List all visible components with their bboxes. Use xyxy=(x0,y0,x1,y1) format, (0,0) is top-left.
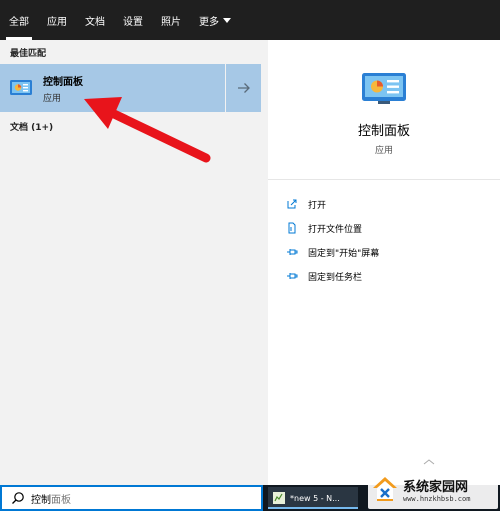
results-pane: 最佳匹配 控制面板 应用 文档 (1+) xyxy=(0,40,262,485)
chevron-down-icon xyxy=(223,17,231,23)
search-autocomplete: 面板 xyxy=(51,494,71,506)
action-pin-to-start-label: 固定到"开始"屏幕 xyxy=(308,248,380,259)
open-icon xyxy=(287,199,297,209)
pin-icon xyxy=(287,273,298,279)
tab-more[interactable]: 更多 xyxy=(190,0,240,40)
action-pin-to-taskbar-label: 固定到任务栏 xyxy=(308,272,363,283)
action-open-label: 打开 xyxy=(308,200,327,211)
tab-settings[interactable]: 设置 xyxy=(114,0,152,40)
control-panel-large-icon xyxy=(362,73,406,104)
expand-preview-button[interactable] xyxy=(225,64,261,112)
search-input-value[interactable]: 控制 xyxy=(31,491,51,506)
documents-heading[interactable]: 文档 (1+) xyxy=(10,120,53,133)
tab-documents[interactable]: 文档 xyxy=(76,0,114,40)
watermark-title: 系统家园网 xyxy=(403,479,469,495)
tab-photos-label: 照片 xyxy=(161,16,181,28)
preview-header: 控制面板 应用 xyxy=(268,40,500,180)
search-filter-tabs: 全部 应用 文档 设置 照片 更多 xyxy=(0,0,500,40)
taskbar-item-notepad[interactable]: *new 5 - N... xyxy=(268,487,358,509)
preview-pane: 控制面板 应用 打开 打开文件位置 固定到"开始"屏幕 固定到任务栏 xyxy=(268,40,500,485)
action-open[interactable]: 打开 xyxy=(268,192,500,216)
action-open-file-location-label: 打开文件位置 xyxy=(308,224,363,235)
tab-all[interactable]: 全部 xyxy=(0,0,38,40)
notepad-app-icon xyxy=(273,492,285,504)
best-match-heading: 最佳匹配 xyxy=(10,49,47,59)
tab-settings-label: 设置 xyxy=(123,16,143,28)
best-match-subtitle: 应用 xyxy=(43,93,62,104)
tab-photos[interactable]: 照片 xyxy=(152,0,190,40)
tab-apps[interactable]: 应用 xyxy=(38,0,76,40)
taskbar-item-label: *new 5 - N... xyxy=(290,493,340,503)
pin-icon xyxy=(287,249,298,255)
tab-more-label: 更多 xyxy=(199,16,219,28)
preview-actions: 打开 打开文件位置 固定到"开始"屏幕 固定到任务栏 xyxy=(268,180,500,288)
action-open-file-location[interactable]: 打开文件位置 xyxy=(268,216,500,240)
house-logo-icon xyxy=(373,477,397,501)
tab-documents-label: 文档 xyxy=(85,16,105,28)
chevron-up-icon[interactable] xyxy=(423,459,435,465)
control-panel-icon xyxy=(10,80,32,95)
preview-subtitle: 应用 xyxy=(374,146,393,156)
file-location-icon xyxy=(288,222,296,234)
action-pin-to-taskbar[interactable]: 固定到任务栏 xyxy=(268,264,500,288)
action-pin-to-start[interactable]: 固定到"开始"屏幕 xyxy=(268,240,500,264)
best-match-title: 控制面板 xyxy=(43,76,83,88)
preview-title: 控制面板 xyxy=(357,124,410,139)
site-watermark: 系统家园网 www.hnzkhbsb.com xyxy=(368,469,498,509)
best-match-item[interactable]: 控制面板 应用 xyxy=(0,64,225,112)
search-icon xyxy=(12,492,24,504)
watermark-url: www.hnzkhbsb.com xyxy=(403,494,471,503)
search-box[interactable]: 控制 面板 xyxy=(0,485,263,511)
tab-all-label: 全部 xyxy=(9,16,29,28)
tab-apps-label: 应用 xyxy=(47,16,67,28)
arrow-right-icon xyxy=(237,83,250,93)
